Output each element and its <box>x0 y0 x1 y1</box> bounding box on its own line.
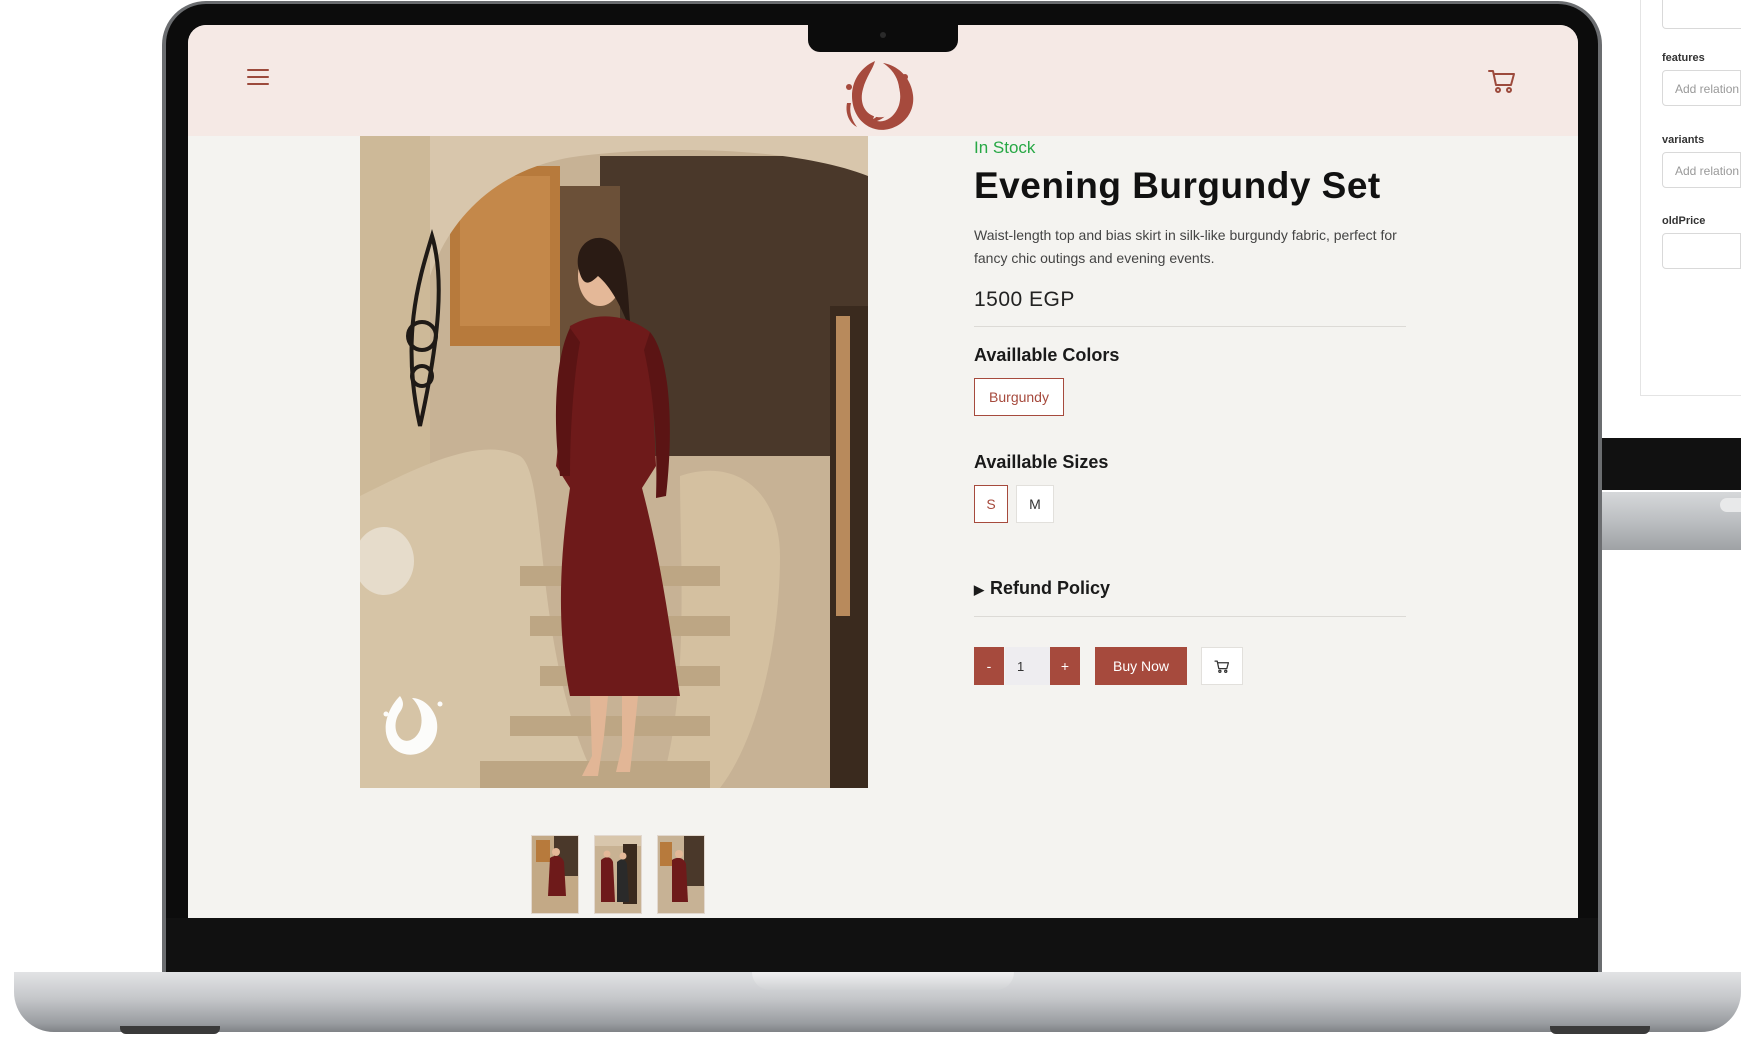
color-option-burgundy[interactable]: Burgundy <box>974 378 1064 416</box>
hamburger-menu-icon[interactable] <box>247 69 269 87</box>
laptop-foot-right <box>1550 1026 1650 1034</box>
disclosure-triangle-icon: ▶ <box>974 582 984 597</box>
back-laptop-hinge <box>1720 498 1741 512</box>
quantity-input[interactable] <box>1005 647 1050 685</box>
thumbnail-strip <box>531 835 705 914</box>
size-option-s[interactable]: S <box>974 485 1008 523</box>
features-field[interactable]: Add relation <box>1662 70 1741 106</box>
divider <box>974 326 1406 327</box>
laptop-screen: In Stock Evening Burgundy Set Waist-leng… <box>188 25 1578 918</box>
refund-policy-label: Refund Policy <box>990 578 1111 598</box>
add-to-cart-button[interactable] <box>1201 647 1243 685</box>
product-description: Waist-length top and bias skirt in silk-… <box>974 227 1397 266</box>
colors-label: Availlable Colors <box>974 345 1120 365</box>
cart-icon[interactable] <box>1487 67 1517 95</box>
product-price: 1500 EGP <box>974 288 1075 311</box>
quantity-decrement-button[interactable]: - <box>974 647 1004 685</box>
product-thumbnail[interactable] <box>657 835 705 914</box>
laptop-bottom-bezel <box>166 918 1598 974</box>
quantity-increment-button[interactable]: + <box>1050 647 1080 685</box>
back-laptop-bezel <box>1590 438 1741 490</box>
secondary-laptop: features Add relation variants Add relat… <box>1590 0 1741 560</box>
back-laptop-base <box>1590 492 1741 550</box>
features-label: features <box>1662 52 1705 64</box>
stock-status: In Stock <box>974 138 1036 157</box>
brand-logo[interactable] <box>835 47 919 142</box>
variants-label: variants <box>1662 134 1705 146</box>
cms-top-field[interactable] <box>1662 0 1741 29</box>
product-thumbnail[interactable] <box>531 835 579 914</box>
laptop-foot-left <box>120 1026 220 1034</box>
camera-icon <box>880 32 886 38</box>
old-price-label: oldPrice <box>1662 215 1706 227</box>
product-main-image[interactable] <box>360 136 868 788</box>
variants-field[interactable]: Add relation <box>1662 152 1741 188</box>
product-thumbnail[interactable] <box>594 835 642 914</box>
buy-now-button[interactable]: Buy Now <box>1095 647 1187 685</box>
sizes-label: Availlable Sizes <box>974 452 1109 472</box>
old-price-field[interactable] <box>1662 233 1741 269</box>
laptop-opening-notch <box>752 972 1014 990</box>
product-title: Evening Burgundy Set <box>974 165 1381 206</box>
size-option-m[interactable]: M <box>1016 485 1054 523</box>
refund-policy-toggle[interactable]: ▶ Refund Policy <box>974 578 1110 599</box>
screen-notch <box>808 24 958 52</box>
divider <box>974 616 1406 617</box>
cart-icon <box>1214 660 1230 673</box>
